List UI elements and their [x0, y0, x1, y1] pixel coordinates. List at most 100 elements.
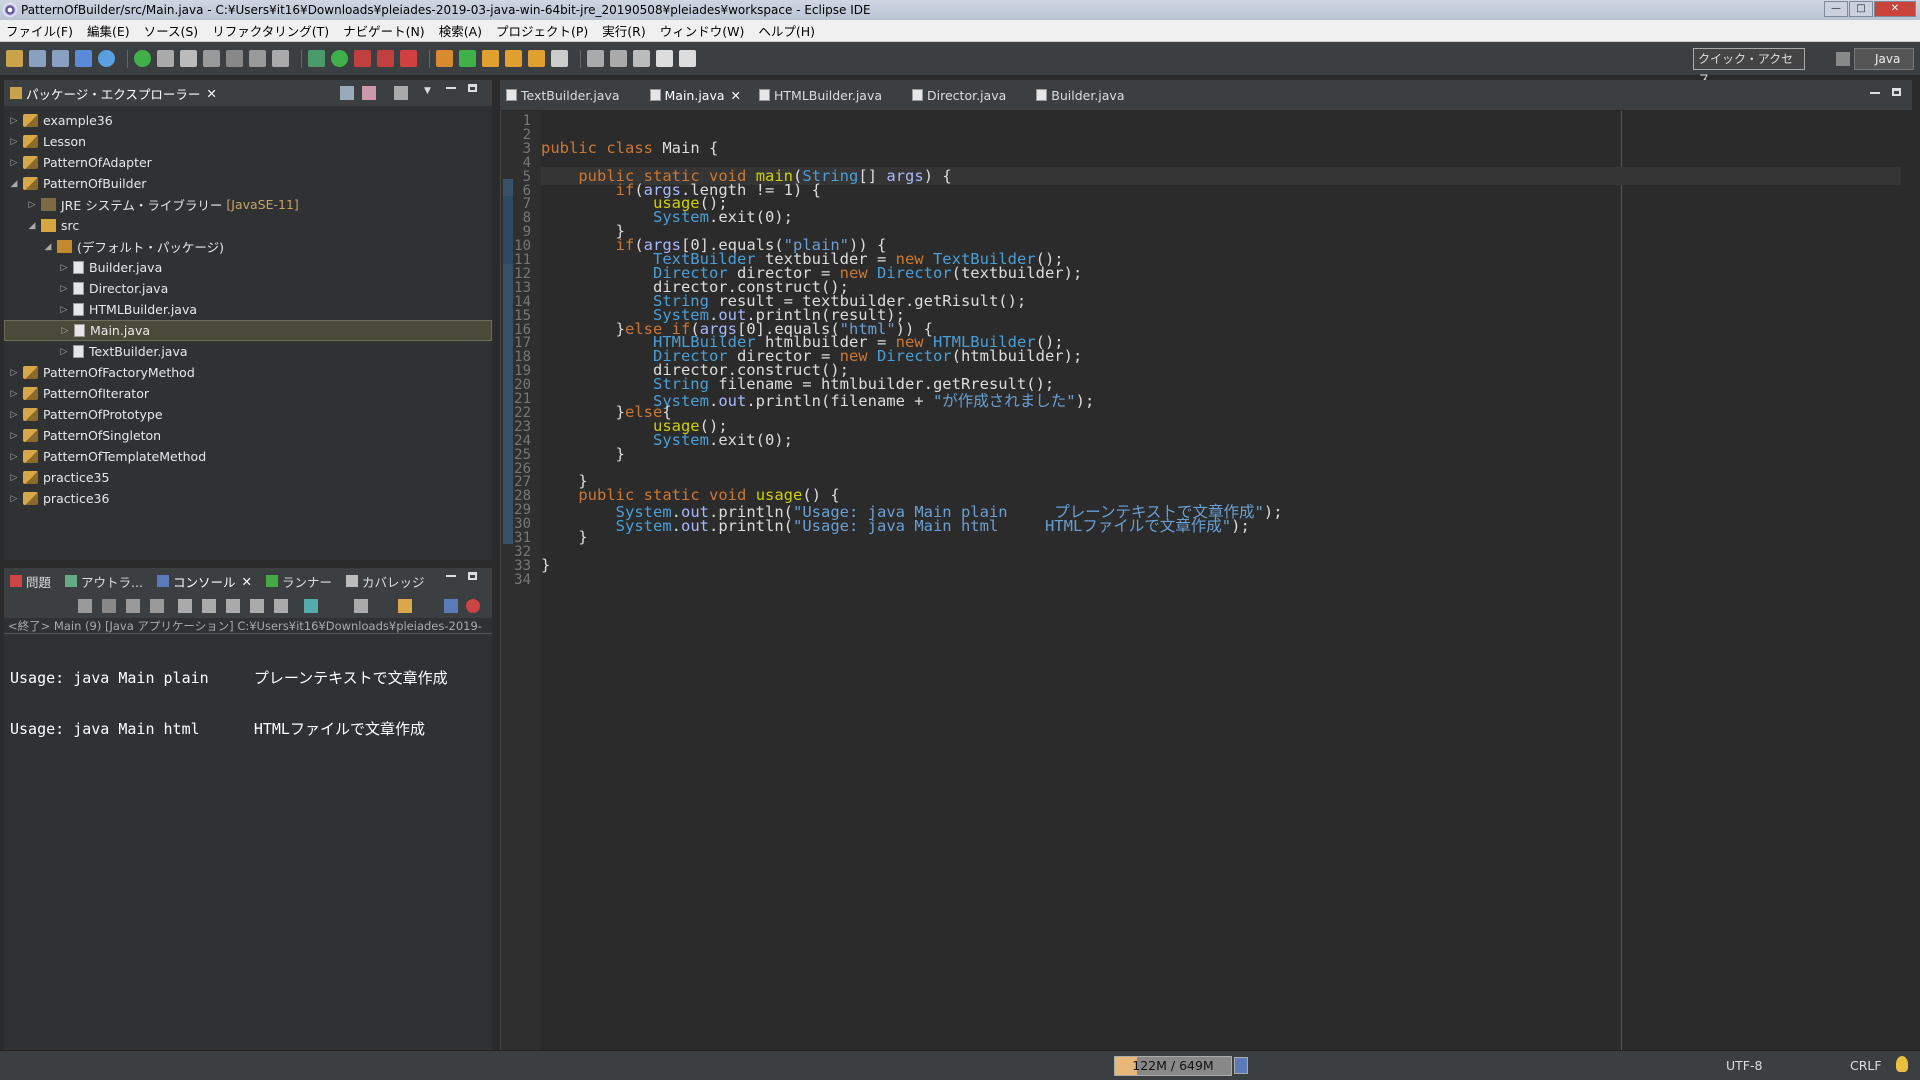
tree-item[interactable]: ▷ PatternOfTemplateMethod: [4, 446, 492, 467]
refresh-icon[interactable]: [459, 50, 476, 67]
menu-file[interactable]: ファイル(F): [6, 21, 73, 40]
stop-icon[interactable]: [377, 50, 394, 67]
close-button[interactable]: ✕: [1874, 1, 1916, 17]
expand-arrow-icon[interactable]: ▷: [58, 305, 70, 315]
menu-edit[interactable]: 編集(E): [87, 21, 130, 40]
expand-arrow-icon[interactable]: ▷: [26, 200, 38, 210]
tree-item[interactable]: ▷ PatternOfPrototype: [4, 404, 492, 425]
tree-item[interactable]: ▷ practice36: [4, 488, 492, 509]
menu-help[interactable]: ヘルプ(H): [758, 21, 815, 40]
code-editor[interactable]: 1 2 3 public class Main {4 5 public static v…: [500, 111, 1904, 1050]
expand-arrow-icon[interactable]: ▷: [8, 158, 20, 168]
scroll-lock-icon[interactable]: [202, 599, 216, 613]
save-all-icon[interactable]: [52, 50, 69, 67]
pin-console-icon[interactable]: [304, 599, 318, 613]
whitespace-icon[interactable]: [272, 50, 289, 67]
debug-icon[interactable]: [308, 50, 325, 67]
next-annotation-icon[interactable]: [587, 50, 604, 67]
pin-icon[interactable]: [78, 599, 92, 613]
minimize-icon[interactable]: [1870, 92, 1880, 94]
tree-item[interactable]: ▷ TextBuilder.java: [4, 341, 492, 362]
minimize-icon[interactable]: [446, 87, 456, 89]
menu-run[interactable]: 実行(R): [602, 21, 645, 40]
link-editor-icon[interactable]: [362, 86, 376, 100]
tree-item[interactable]: ▷ practice35: [4, 467, 492, 488]
copy-icon[interactable]: [444, 599, 458, 613]
view-menu-icon[interactable]: ▼: [424, 86, 431, 96]
collapse-arrow-icon[interactable]: ◢: [26, 221, 38, 231]
skip-breakpoints-icon[interactable]: [157, 50, 174, 67]
open-console-icon[interactable]: [398, 599, 412, 613]
collapse-arrow-icon[interactable]: ◢: [42, 242, 54, 252]
tab-director[interactable]: Director.java: [912, 88, 1006, 103]
display-console-icon[interactable]: [354, 599, 368, 613]
tab-runner[interactable]: ランナー: [265, 572, 332, 591]
tree-item[interactable]: ◢ src: [4, 215, 492, 236]
edit-icon[interactable]: [180, 50, 197, 67]
launch-icon[interactable]: [400, 50, 417, 67]
expand-arrow-icon[interactable]: ▷: [8, 473, 20, 483]
menu-refactor[interactable]: リファクタリング(T): [212, 21, 329, 40]
tree-item-selected[interactable]: ▷ Main.java: [4, 320, 492, 341]
open-folder-icon[interactable]: [528, 50, 545, 67]
terminal-icon[interactable]: [203, 50, 220, 67]
debug-console-icon[interactable]: [466, 599, 480, 613]
prev-annotation-icon[interactable]: [610, 50, 627, 67]
clear-console-icon[interactable]: [178, 599, 192, 613]
tree-item[interactable]: ▷ JRE システム・ライブラリー [JavaSE-11]: [4, 194, 492, 215]
show-stderr-icon[interactable]: [274, 599, 288, 613]
new-icon[interactable]: [6, 50, 23, 67]
external-tools-icon[interactable]: [354, 50, 371, 67]
open-type-icon[interactable]: [75, 50, 92, 67]
remove-all-icon[interactable]: [150, 599, 164, 613]
expand-arrow-icon[interactable]: ▷: [58, 347, 70, 357]
expand-arrow-icon[interactable]: ▷: [8, 389, 20, 399]
tree-item[interactable]: ▷ HTMLBuilder.java: [4, 299, 492, 320]
expand-arrow-icon[interactable]: ▷: [8, 368, 20, 378]
menu-window[interactable]: ウィンドウ(W): [660, 21, 745, 40]
run-icon[interactable]: [331, 50, 348, 67]
tree-item[interactable]: ▷ example36: [4, 110, 492, 131]
expand-arrow-icon[interactable]: ▷: [58, 263, 70, 273]
settings-icon[interactable]: [98, 50, 115, 67]
tree-item[interactable]: ▷ PatternOfFactoryMethod: [4, 362, 492, 383]
collapse-arrow-icon[interactable]: ◢: [8, 179, 20, 189]
perspective-java-button[interactable]: Java: [1854, 48, 1914, 70]
lightbulb-icon[interactable]: [1896, 1056, 1908, 1072]
menu-project[interactable]: プロジェクト(P): [496, 21, 588, 40]
minimize-button[interactable]: —: [1824, 1, 1848, 17]
collapse-all-icon[interactable]: [340, 86, 354, 100]
new-package-icon[interactable]: [482, 50, 499, 67]
close-icon[interactable]: ✕: [241, 574, 251, 589]
maximize-button[interactable]: □: [1849, 1, 1873, 17]
expand-arrow-icon[interactable]: ▷: [8, 494, 20, 504]
garbage-collect-icon[interactable]: [1234, 1057, 1248, 1074]
expand-arrow-icon[interactable]: ▷: [8, 116, 20, 126]
tab-main[interactable]: Main.java ✕: [649, 88, 741, 103]
focus-icon[interactable]: [394, 86, 408, 100]
tree-item[interactable]: ▷ PatternOfSingleton: [4, 425, 492, 446]
open-perspective-icon[interactable]: [1836, 52, 1850, 66]
terminate-icon[interactable]: [102, 599, 116, 613]
tree-item[interactable]: ▷ PatternOfIterator: [4, 383, 492, 404]
close-icon[interactable]: ✕: [206, 86, 216, 101]
save-icon[interactable]: [29, 50, 46, 67]
show-stdout-icon[interactable]: [250, 599, 264, 613]
close-icon[interactable]: ✕: [731, 88, 741, 103]
tab-problems[interactable]: 問題: [10, 572, 51, 591]
maximize-icon[interactable]: [468, 84, 477, 92]
quick-access-input[interactable]: クイック・アクセス: [1693, 48, 1805, 86]
remove-launch-icon[interactable]: [126, 599, 140, 613]
tree-item[interactable]: ▷ PatternOfAdapter: [4, 152, 492, 173]
tab-builder[interactable]: Builder.java: [1036, 88, 1125, 103]
expand-arrow-icon[interactable]: ▷: [59, 326, 71, 336]
block-select-icon[interactable]: [249, 50, 266, 67]
maximize-icon[interactable]: [468, 572, 477, 580]
brush-icon[interactable]: [551, 50, 568, 67]
tab-htmlbuilder[interactable]: HTMLBuilder.java: [759, 88, 882, 103]
coverage-icon[interactable]: [134, 50, 151, 67]
word-wrap-icon[interactable]: [226, 599, 240, 613]
tab-package-explorer[interactable]: パッケージ・エクスプローラー ✕: [10, 84, 217, 103]
expand-arrow-icon[interactable]: ▷: [8, 410, 20, 420]
last-edit-icon[interactable]: [633, 50, 650, 67]
